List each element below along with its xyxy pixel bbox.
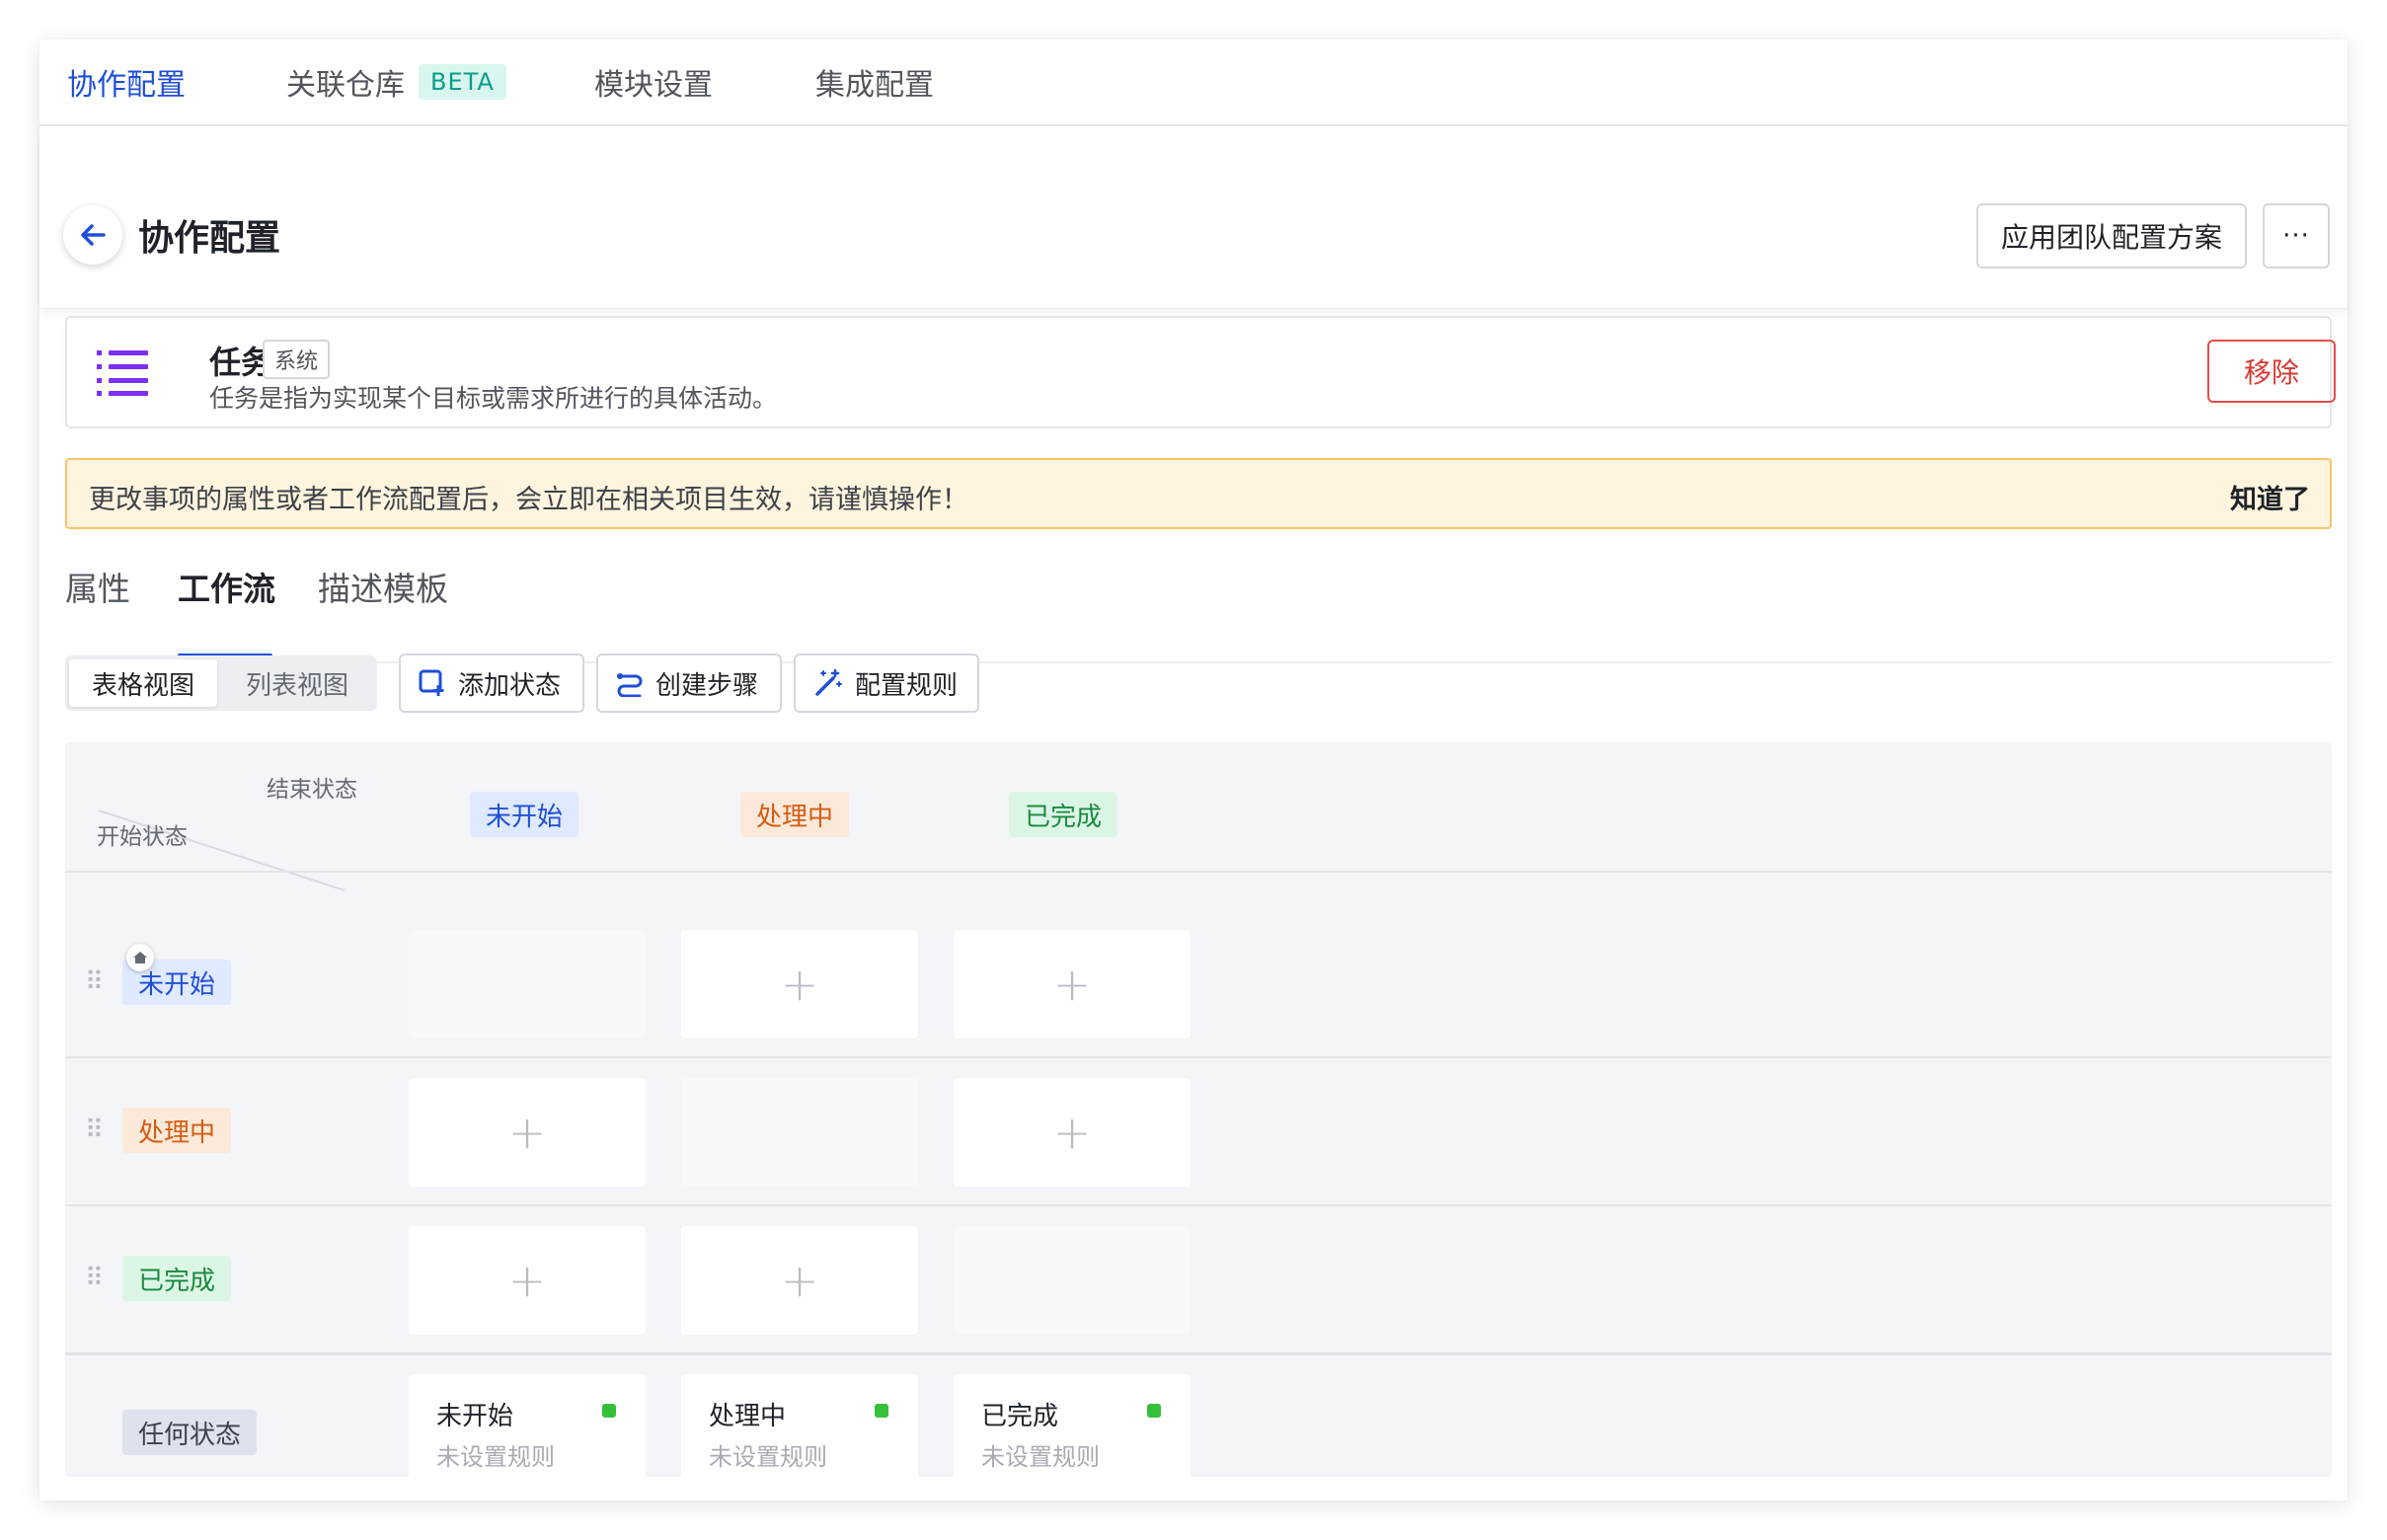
tab-linked-repos[interactable]: 关联仓库 BETA — [286, 39, 506, 124]
work-item-type-card: 任务 系统 任务是指为实现某个目标或需求所进行的具体活动。 移除 — [65, 316, 2336, 428]
list-view-option[interactable]: 列表视图 — [221, 659, 373, 707]
rule-card-not-started[interactable]: 未开始 未设置规则 — [409, 1374, 646, 1483]
transition-cell — [409, 930, 646, 1039]
rule-card-title: 已完成 — [981, 1402, 1059, 1431]
create-step-label: 创建步骤 — [655, 670, 759, 701]
table-view-option[interactable]: 表格视图 — [69, 659, 217, 707]
config-rules-label: 配置规则 — [855, 670, 959, 701]
transition-cell[interactable]: + — [409, 1226, 646, 1335]
column-header-done: 已完成 — [1009, 792, 1118, 837]
tab-properties[interactable]: 属性 — [65, 563, 130, 610]
transition-cell[interactable]: + — [409, 1078, 646, 1187]
plus-icon: + — [507, 1254, 547, 1307]
flow-step-icon — [617, 673, 643, 697]
config-rules-button[interactable]: 配置规则 — [794, 654, 979, 713]
tab-module-settings[interactable]: 模块设置 — [594, 39, 713, 124]
rule-card-in-progress[interactable]: 处理中 未设置规则 — [681, 1374, 918, 1483]
status-dot — [1147, 1404, 1161, 1418]
drag-handle-icon[interactable]: ⠿ — [85, 1117, 104, 1143]
drag-handle-icon[interactable]: ⠿ — [85, 1266, 104, 1291]
remove-button[interactable]: 移除 — [2207, 340, 2336, 403]
tab-label: 关联仓库 — [286, 68, 405, 103]
rule-card-title: 处理中 — [709, 1402, 787, 1431]
add-state-icon — [419, 669, 444, 696]
row-divider — [65, 871, 2332, 873]
status-dot — [602, 1404, 616, 1418]
row-divider — [65, 1056, 2332, 1058]
top-navigation: 协作配置 关联仓库 BETA 模块设置 集成配置 — [39, 39, 2348, 126]
transition-cell[interactable]: + — [954, 1078, 1191, 1187]
back-button[interactable] — [63, 205, 122, 265]
apply-team-config-button[interactable]: 应用团队配置方案 — [1976, 203, 2247, 269]
corner-end-state-label: 结束状态 — [267, 777, 357, 803]
rule-card-title: 未开始 — [436, 1402, 514, 1431]
corner-start-state-label: 开始状态 — [97, 824, 188, 850]
plus-icon: + — [1052, 1106, 1092, 1159]
transition-cell[interactable]: + — [681, 1226, 918, 1335]
rule-card-subtitle: 未设置规则 — [709, 1443, 827, 1471]
column-header-in-progress: 处理中 — [740, 792, 850, 837]
plus-icon: + — [507, 1106, 547, 1159]
plus-icon: + — [1052, 958, 1092, 1011]
drag-handle-icon[interactable]: ⠿ — [85, 969, 104, 995]
workflow-matrix: 结束状态 开始状态 未开始 处理中 已完成 ⠿ 未开始 + + ⠿ 处理中 + … — [65, 742, 2332, 1483]
status-dot — [875, 1404, 888, 1418]
sub-tabs: 属性 工作流 描述模板 — [65, 543, 2332, 663]
view-switcher: 表格视图 列表视图 — [65, 655, 377, 711]
row-header-in-progress: 处理中 — [122, 1108, 232, 1153]
tab-integration-config[interactable]: 集成配置 — [815, 39, 934, 124]
more-options-button[interactable]: ··· — [2263, 203, 2330, 269]
warning-text: 更改事项的属性或者工作流配置后，会立即在相关项目生效，请谨慎操作！ — [89, 485, 968, 515]
arrow-left-icon — [81, 224, 106, 246]
row-divider — [65, 1352, 2332, 1355]
app-window: 协作配置 关联仓库 BETA 模块设置 集成配置 协作配置 应用团队配置方案 ·… — [39, 39, 2348, 1501]
tab-collaboration-config[interactable]: 协作配置 — [67, 39, 186, 124]
tab-description-template[interactable]: 描述模板 — [318, 563, 448, 610]
transition-cell[interactable]: + — [954, 930, 1191, 1039]
system-tag: 系统 — [263, 340, 331, 379]
list-icon — [97, 350, 148, 396]
add-state-button[interactable]: 添加状态 — [399, 654, 584, 713]
row-header-any-state: 任何状态 — [122, 1410, 258, 1455]
transition-cell — [954, 1226, 1191, 1335]
transition-cell[interactable]: + — [681, 930, 918, 1039]
tab-label: 集成配置 — [815, 68, 934, 103]
beta-badge: BETA — [419, 64, 506, 100]
dismiss-warning-button[interactable]: 知道了 — [2230, 478, 2310, 516]
home-icon — [126, 944, 154, 971]
type-description: 任务是指为实现某个目标或需求所进行的具体活动。 — [209, 384, 778, 413]
transition-cell — [681, 1078, 918, 1187]
plus-icon: + — [780, 1254, 819, 1307]
tab-label: 协作配置 — [67, 68, 186, 103]
row-divider — [65, 1204, 2332, 1206]
tab-label: 模块设置 — [594, 68, 713, 103]
add-state-label: 添加状态 — [458, 670, 562, 701]
page-header: 协作配置 应用团队配置方案 ··· — [39, 126, 2348, 309]
plus-icon: + — [780, 958, 819, 1011]
create-step-button[interactable]: 创建步骤 — [596, 654, 782, 713]
warning-banner: 更改事项的属性或者工作流配置后，会立即在相关项目生效，请谨慎操作！ 知道了 — [65, 458, 2332, 529]
rule-card-done[interactable]: 已完成 未设置规则 — [954, 1374, 1191, 1483]
tab-workflow[interactable]: 工作流 — [178, 563, 275, 610]
rule-card-subtitle: 未设置规则 — [981, 1443, 1100, 1471]
column-header-not-started: 未开始 — [470, 792, 579, 837]
rule-card-subtitle: 未设置规则 — [436, 1443, 555, 1471]
page-title: 协作配置 — [138, 218, 281, 259]
row-header-done: 已完成 — [122, 1256, 232, 1301]
magic-wand-icon — [815, 668, 842, 696]
